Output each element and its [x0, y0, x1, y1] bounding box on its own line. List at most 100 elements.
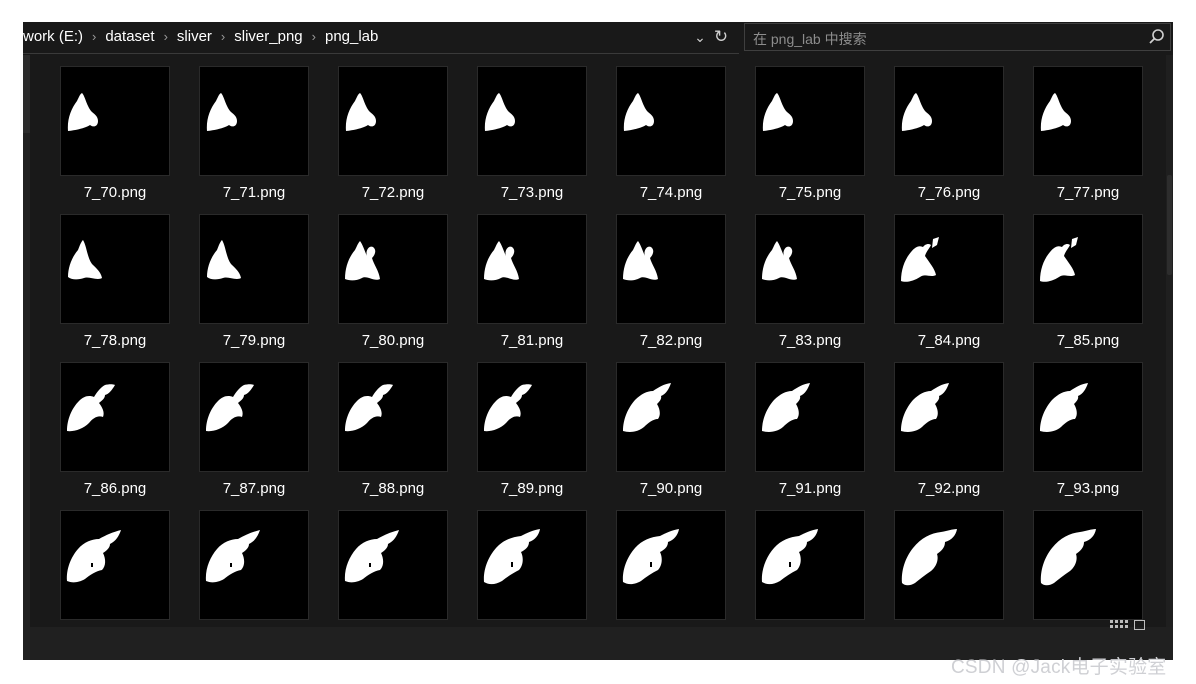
- file-thumbnail[interactable]: [339, 67, 447, 175]
- file-thumbnail[interactable]: [895, 511, 1003, 619]
- file-item[interactable]: 7_73.png: [471, 67, 591, 207]
- file-item[interactable]: 7_74.png: [610, 67, 730, 207]
- file-thumbnail[interactable]: [478, 67, 586, 175]
- liver-mask-shape: [344, 530, 399, 583]
- file-thumbnail[interactable]: [200, 215, 308, 323]
- liver-mask-shape: [67, 93, 98, 131]
- file-item[interactable]: 7_87.png: [193, 363, 313, 503]
- file-thumbnail[interactable]: [200, 511, 308, 619]
- file-item[interactable]: 7_94.png: [54, 511, 174, 627]
- file-name: 7_77.png: [1056, 184, 1120, 201]
- file-item[interactable]: 7_82.png: [610, 215, 730, 355]
- file-item[interactable]: 7_91.png: [749, 363, 869, 503]
- file-item[interactable]: 7_90.png: [610, 363, 730, 503]
- file-item[interactable]: 7_80.png: [332, 215, 452, 355]
- file-thumbnail[interactable]: [617, 215, 725, 323]
- breadcrumb-item[interactable]: png_lab: [325, 28, 378, 45]
- breadcrumb-item[interactable]: sliver: [177, 28, 212, 45]
- liver-mask-shape: [1040, 529, 1096, 586]
- file-item[interactable]: 7_75.png: [749, 67, 869, 207]
- file-item[interactable]: 7_92.png: [888, 363, 1008, 503]
- liver-mask-shape: [761, 529, 818, 585]
- file-item[interactable]: 7_78.png: [54, 215, 174, 355]
- file-item[interactable]: 7_85.png: [1027, 215, 1147, 355]
- address-bar[interactable]: work (E:) › dataset › sliver › sliver_png › png_…: [23, 22, 739, 54]
- file-thumbnail[interactable]: [478, 363, 586, 471]
- search-input[interactable]: 在 png_lab 中搜索: [744, 23, 1171, 51]
- chevron-right-icon[interactable]: ›: [221, 29, 225, 44]
- chevron-right-icon[interactable]: ›: [312, 29, 316, 44]
- file-thumbnail[interactable]: [617, 363, 725, 471]
- file-thumbnail[interactable]: [61, 215, 169, 323]
- file-item[interactable]: 7_97.png: [471, 511, 591, 627]
- liver-mask-shape: [901, 93, 932, 131]
- vertical-scrollbar[interactable]: [1166, 55, 1173, 627]
- file-item[interactable]: 7_93.png: [1027, 363, 1147, 503]
- file-thumbnail[interactable]: [478, 215, 586, 323]
- file-item[interactable]: 7_98.png: [610, 511, 730, 627]
- file-item[interactable]: 7_100.png: [888, 511, 1008, 627]
- liver-mask-shape: [206, 93, 237, 131]
- file-thumbnail[interactable]: [339, 363, 447, 471]
- search-placeholder: 在 png_lab 中搜索: [753, 31, 867, 47]
- view-toggle-icon[interactable]: [1110, 620, 1145, 632]
- file-thumbnail[interactable]: [756, 511, 864, 619]
- file-name: 7_78.png: [83, 332, 147, 349]
- file-thumbnail[interactable]: [756, 363, 864, 471]
- liver-mask-shape: [901, 237, 939, 282]
- file-item[interactable]: 7_72.png: [332, 67, 452, 207]
- file-thumbnail[interactable]: [200, 363, 308, 471]
- file-item[interactable]: 7_99.png: [749, 511, 869, 627]
- breadcrumb-item[interactable]: sliver_png: [234, 28, 302, 45]
- file-thumbnail[interactable]: [895, 215, 1003, 323]
- file-thumbnail[interactable]: [617, 511, 725, 619]
- file-thumbnail[interactable]: [756, 215, 864, 323]
- file-thumbnail[interactable]: [1034, 215, 1142, 323]
- liver-mask-shape: [901, 529, 957, 586]
- scrollbar-thumb[interactable]: [1167, 175, 1172, 275]
- file-thumbnail[interactable]: [617, 67, 725, 175]
- file-item[interactable]: 7_70.png: [54, 67, 174, 207]
- search-icon[interactable]: [1148, 28, 1166, 46]
- chevron-down-icon[interactable]: ⌄: [691, 27, 709, 47]
- file-item[interactable]: 7_77.png: [1027, 67, 1147, 207]
- file-thumbnail[interactable]: [1034, 363, 1142, 471]
- file-thumbnail[interactable]: [61, 363, 169, 471]
- liver-mask-shape: [345, 384, 393, 432]
- file-item[interactable]: 7_86.png: [54, 363, 174, 503]
- file-thumbnail[interactable]: [61, 511, 169, 619]
- file-item[interactable]: 7_71.png: [193, 67, 313, 207]
- file-thumbnail[interactable]: [339, 215, 447, 323]
- breadcrumb-item[interactable]: dataset: [105, 28, 154, 45]
- liver-mask-shape: [67, 384, 115, 432]
- file-thumbnail[interactable]: [1034, 511, 1142, 619]
- navigation-pane-edge: [23, 55, 30, 627]
- file-item[interactable]: 7_88.png: [332, 363, 452, 503]
- chevron-right-icon[interactable]: ›: [92, 29, 96, 44]
- refresh-icon[interactable]: ↻: [711, 27, 731, 47]
- file-item[interactable]: 7_84.png: [888, 215, 1008, 355]
- file-thumbnail[interactable]: [200, 67, 308, 175]
- chevron-right-icon[interactable]: ›: [164, 29, 168, 44]
- liver-mask-shape: [205, 530, 260, 583]
- breadcrumb-item[interactable]: work (E:): [23, 28, 83, 45]
- file-thumbnail[interactable]: [895, 67, 1003, 175]
- liver-mask-shape: [1040, 93, 1071, 131]
- file-thumbnail[interactable]: [1034, 67, 1142, 175]
- file-item[interactable]: 7_95.png: [193, 511, 313, 627]
- file-item[interactable]: 7_96.png: [332, 511, 452, 627]
- file-item[interactable]: 7_83.png: [749, 215, 869, 355]
- file-item[interactable]: 7_101.png: [1027, 511, 1147, 627]
- file-thumbnail[interactable]: [339, 511, 447, 619]
- file-item[interactable]: 7_76.png: [888, 67, 1008, 207]
- file-item[interactable]: 7_89.png: [471, 363, 591, 503]
- file-thumbnail[interactable]: [756, 67, 864, 175]
- file-item[interactable]: 7_79.png: [193, 215, 313, 355]
- file-thumbnail[interactable]: [895, 363, 1003, 471]
- file-item[interactable]: 7_81.png: [471, 215, 591, 355]
- file-name: 7_92.png: [917, 480, 981, 497]
- file-thumbnail[interactable]: [61, 67, 169, 175]
- file-thumbnail[interactable]: [478, 511, 586, 619]
- liver-mask-shape: [484, 241, 519, 281]
- file-name: 7_70.png: [83, 184, 147, 201]
